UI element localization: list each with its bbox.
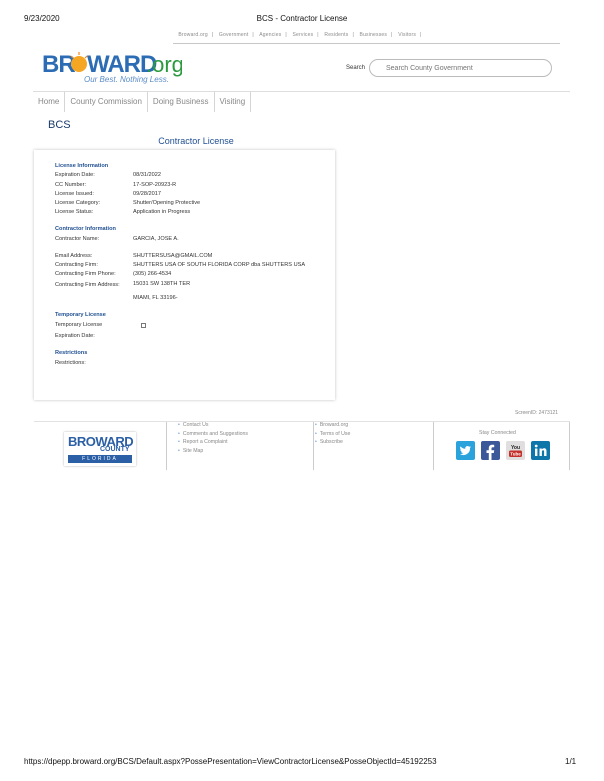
footer-separator-4 <box>569 422 570 470</box>
cc-number-value: 17-SOP-20923-R <box>133 182 177 188</box>
license-status-value: Application in Progress <box>133 209 191 215</box>
contractor-name-label: Contractor Name: <box>55 236 100 242</box>
contracting-firm-label: Contracting Firm: <box>55 262 98 268</box>
footer-link-complaint[interactable]: • Report a Complaint <box>178 439 228 445</box>
svg-text:You: You <box>511 445 520 451</box>
temporary-license-checkbox[interactable] <box>141 323 146 328</box>
footer-separator-1 <box>166 422 167 470</box>
print-page-number: 1/1 <box>565 757 577 766</box>
linkedin-icon[interactable] <box>531 441 550 460</box>
footer-divider <box>34 421 570 422</box>
restrictions-title: Restrictions <box>55 350 88 356</box>
license-category-value: Shutter/Opening Protective <box>133 200 201 206</box>
firm-phone-value: (305) 266-4534 <box>133 271 172 277</box>
main-nav: Home County Commission Doing Business Vi… <box>33 92 252 112</box>
footer-link-sitemap[interactable]: • Site Map <box>178 448 203 454</box>
search-input[interactable] <box>369 59 552 77</box>
footer-separator-2 <box>313 422 314 470</box>
top-nav-visitors[interactable]: Visitors <box>398 32 416 38</box>
nav-home[interactable]: Home <box>33 92 66 112</box>
footer-link-terms[interactable]: • Terms of Use <box>313 431 350 437</box>
svg-text:Our Best. Nothing Less.: Our Best. Nothing Less. <box>84 75 169 84</box>
license-issued-value: 09/28/2017 <box>133 191 161 197</box>
top-nav-services[interactable]: Services <box>293 32 314 38</box>
firm-address-line2: MIAMI, FL 33196- <box>133 295 178 301</box>
footer-separator-3 <box>433 422 434 470</box>
page-title: Contractor License <box>158 136 234 146</box>
restrictions-label: Restrictions: <box>55 360 86 366</box>
contracting-firm-value: SHUTTERS USA OF SOUTH FLORIDA CORP dba S… <box>133 262 306 268</box>
broward-county-logo[interactable]: BROWARD COUNTY FLORIDA <box>64 432 136 466</box>
top-nav-businesses[interactable]: Businesses <box>360 32 388 38</box>
broward-logo[interactable]: BR WARD .org Our Best. Nothing Less. <box>42 50 184 86</box>
nav-county-commission[interactable]: County Commission <box>65 92 148 112</box>
email-value: SHUTTERSUSA@GMAIL.COM <box>133 253 213 259</box>
license-issued-label: License Issued: <box>55 191 94 197</box>
temporary-license-title: Temporary License <box>55 312 106 318</box>
top-nav-residents[interactable]: Residents <box>324 32 348 38</box>
top-nav-government[interactable]: Government <box>219 32 249 38</box>
footer-link-broward[interactable]: • Broward.org <box>313 422 348 428</box>
top-nav-broward[interactable]: Broward.org <box>178 32 207 38</box>
contractor-name-value: GARCIA, JOSE A. <box>133 236 179 242</box>
top-nav-divider <box>173 43 560 44</box>
temp-expiration-label: Expiration Date: <box>55 333 95 339</box>
license-category-label: License Category: <box>55 200 101 206</box>
nav-visiting[interactable]: Visiting <box>215 92 252 112</box>
twitter-icon[interactable] <box>456 441 475 460</box>
footer-logo-state: FLORIDA <box>68 455 132 463</box>
footer-link-subscribe[interactable]: • Subscribe <box>313 439 343 445</box>
footer-logo-sub: COUNTY <box>100 446 130 453</box>
facebook-icon[interactable] <box>481 441 500 460</box>
print-title: BCS - Contractor License <box>256 14 348 23</box>
nav-doing-business[interactable]: Doing Business <box>148 92 215 112</box>
email-label: Email Address: <box>55 253 93 259</box>
temporary-license-label: Temporary License <box>55 322 103 328</box>
screen-id: ScreenID: 2473121 <box>515 410 559 416</box>
top-nav-agencies[interactable]: Agencies <box>259 32 281 38</box>
expiration-date-label: Expiration Date: <box>55 172 95 178</box>
svg-text:.org: .org <box>146 52 182 77</box>
cc-number-label: CC Number: <box>55 182 87 188</box>
firm-address-label: Contracting Firm Address: <box>55 282 120 288</box>
expiration-date-value: 08/31/2022 <box>133 172 161 178</box>
license-status-label: License Status: <box>55 209 94 215</box>
footer-link-contact[interactable]: • Contact Us <box>178 422 209 428</box>
footer-link-comments[interactable]: • Comments and Suggestions <box>178 431 248 437</box>
youtube-icon[interactable]: You Tube <box>506 441 525 460</box>
contractor-info-title: Contractor Information <box>55 226 116 232</box>
svg-text:BR: BR <box>42 51 75 78</box>
section-label: BCS <box>48 119 71 131</box>
firm-phone-label: Contracting Firm Phone: <box>55 271 116 277</box>
firm-address-line1: 15031 SW 138TH TER <box>133 281 191 287</box>
license-info-title: License Information <box>55 163 109 169</box>
stay-connected-label: Stay Connected <box>479 430 516 436</box>
search-label: Search <box>346 65 366 71</box>
print-url: https://dpepp.broward.org/BCS/Default.as… <box>24 757 437 766</box>
top-nav: Broward.org | Government | Agencies | Servi… <box>178 32 422 38</box>
svg-text:Tube: Tube <box>510 452 521 457</box>
